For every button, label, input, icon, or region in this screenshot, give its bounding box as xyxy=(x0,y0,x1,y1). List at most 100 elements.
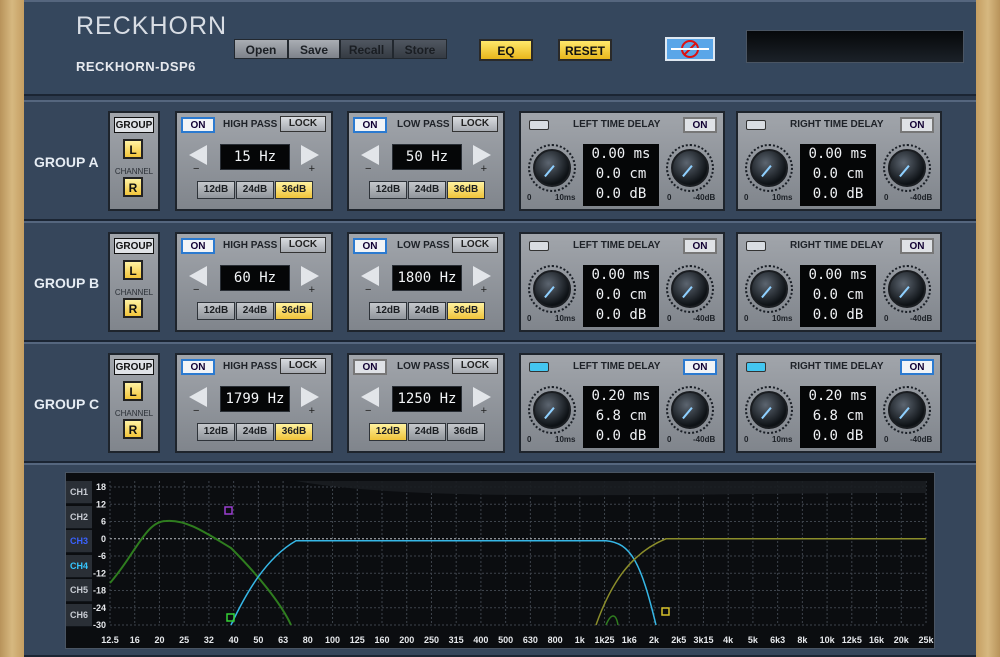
high-pass-increase-arrow-icon[interactable] xyxy=(301,266,319,286)
channel-tab-ch6[interactable]: CH6 xyxy=(66,603,92,627)
low-pass-on-button[interactable]: ON xyxy=(353,359,387,375)
channel-tab-ch4[interactable]: CH4 xyxy=(66,554,92,578)
channel-left-button[interactable]: L xyxy=(123,139,143,159)
low-pass-lock-button[interactable]: LOCK xyxy=(452,237,498,253)
right-delay-gain-knob[interactable] xyxy=(883,265,931,313)
left-delay-on-button[interactable]: ON xyxy=(683,238,717,254)
right-delay-time-knob[interactable] xyxy=(745,265,793,313)
channel-tab-ch3[interactable]: CH3 xyxy=(66,530,92,553)
left-delay-on-button[interactable]: ON xyxy=(683,359,717,375)
y-tick-label: 18 xyxy=(96,482,106,492)
low-pass-panel: ON LOW PASS LOCK − 1800 Hz + 12dB 24dB 3… xyxy=(347,232,505,332)
right-delay-on-button[interactable]: ON xyxy=(900,238,934,254)
high-pass-slope-24db[interactable]: 24dB xyxy=(236,423,274,441)
low-pass-decrease-arrow-icon[interactable] xyxy=(361,145,379,165)
low-pass-decrease-arrow-icon[interactable] xyxy=(361,266,379,286)
channel-right-button[interactable]: R xyxy=(123,419,143,439)
group-button[interactable]: GROUP xyxy=(114,238,154,254)
low-pass-lock-button[interactable]: LOCK xyxy=(452,116,498,132)
left-delay-time-knob[interactable] xyxy=(528,265,576,313)
x-tick-label: 2k5 xyxy=(671,635,686,645)
delay-max-label: 10ms xyxy=(772,314,793,323)
high-pass-lock-button[interactable]: LOCK xyxy=(280,237,326,253)
low-pass-slope-24db[interactable]: 24dB xyxy=(408,423,446,441)
channel-right-button[interactable]: R xyxy=(123,177,143,197)
store-button[interactable]: Store xyxy=(393,39,447,59)
low-pass-slope-36db[interactable]: 36dB xyxy=(447,181,485,199)
group-button[interactable]: GROUP xyxy=(114,117,154,133)
high-pass-on-button[interactable]: ON xyxy=(181,359,215,375)
high-pass-lock-button[interactable]: LOCK xyxy=(280,116,326,132)
high-pass-on-button[interactable]: ON xyxy=(181,238,215,254)
low-pass-on-button[interactable]: ON xyxy=(353,117,387,133)
low-pass-lock-button[interactable]: LOCK xyxy=(452,358,498,374)
channel-left-button[interactable]: L xyxy=(123,260,143,280)
low-pass-increase-arrow-icon[interactable] xyxy=(473,387,491,407)
channel-tab-ch5[interactable]: CH5 xyxy=(66,579,92,602)
low-pass-slope-36db[interactable]: 36dB xyxy=(447,423,485,441)
low-pass-slope-12db[interactable]: 12dB xyxy=(369,302,407,320)
high-pass-on-button[interactable]: ON xyxy=(181,117,215,133)
open-button[interactable]: Open xyxy=(234,39,288,59)
left-delay-time-knob[interactable] xyxy=(528,144,576,192)
left-delay-gain-knob[interactable] xyxy=(666,265,714,313)
group-label: GROUP B xyxy=(34,275,100,291)
high-pass-slope-24db[interactable]: 24dB xyxy=(236,181,274,199)
x-tick-label: 1k6 xyxy=(622,635,637,645)
high-pass-lock-button[interactable]: LOCK xyxy=(280,358,326,374)
right-delay-time-knob[interactable] xyxy=(745,386,793,434)
right-time-delay-panel: RIGHT TIME DELAY ON 0 10ms 0.00 ms 0.0 c… xyxy=(736,111,942,211)
group-button[interactable]: GROUP xyxy=(114,359,154,375)
save-button[interactable]: Save xyxy=(288,39,340,59)
high-pass-slope-36db[interactable]: 36dB xyxy=(275,302,313,320)
high-pass-increase-arrow-icon[interactable] xyxy=(301,387,319,407)
low-pass-slope-24db[interactable]: 24dB xyxy=(408,181,446,199)
low-pass-decrease-arrow-icon[interactable] xyxy=(361,387,379,407)
left-delay-db: 0.0 dB xyxy=(595,307,647,323)
eq-button[interactable]: EQ xyxy=(479,39,533,61)
low-pass-slope-12db[interactable]: 12dB xyxy=(369,423,407,441)
high-pass-slope-12db[interactable]: 12dB xyxy=(197,181,235,199)
left-delay-gain-knob[interactable] xyxy=(666,144,714,192)
gain-max-label: -40dB xyxy=(910,193,933,202)
high-pass-decrease-arrow-icon[interactable] xyxy=(189,266,207,286)
minus-label: − xyxy=(193,284,200,296)
high-pass-decrease-arrow-icon[interactable] xyxy=(189,145,207,165)
left-delay-on-button[interactable]: ON xyxy=(683,117,717,133)
high-pass-slope-12db[interactable]: 12dB xyxy=(197,423,235,441)
mute-link-button[interactable] xyxy=(665,37,715,61)
high-pass-increase-arrow-icon[interactable] xyxy=(301,145,319,165)
reset-button[interactable]: RESET xyxy=(558,39,612,61)
frequency-response-graph[interactable]: 12.5 16 20 25 32 40 50 63 80 100 125 160 200 250 315 40… xyxy=(65,472,935,649)
right-delay-gain-knob[interactable] xyxy=(883,386,931,434)
low-pass-on-button[interactable]: ON xyxy=(353,238,387,254)
channel-right-button[interactable]: R xyxy=(123,298,143,318)
right-delay-on-button[interactable]: ON xyxy=(900,117,934,133)
low-pass-increase-arrow-icon[interactable] xyxy=(473,145,491,165)
right-delay-time-knob[interactable] xyxy=(745,144,793,192)
left-delay-time-knob[interactable] xyxy=(528,386,576,434)
low-pass-panel: ON LOW PASS LOCK − 1250 Hz + 12dB 24dB 3… xyxy=(347,353,505,453)
low-pass-increase-arrow-icon[interactable] xyxy=(473,266,491,286)
right-delay-db: 0.0 dB xyxy=(812,307,864,323)
recall-button[interactable]: Recall xyxy=(340,39,393,59)
channel-left-button[interactable]: L xyxy=(123,381,143,401)
x-tick-label: 25 xyxy=(179,635,189,645)
channel-tab-ch2[interactable]: CH2 xyxy=(66,505,92,529)
high-pass-slope-12db[interactable]: 12dB xyxy=(197,302,235,320)
right-delay-gain-knob[interactable] xyxy=(883,144,931,192)
right-delay-on-button[interactable]: ON xyxy=(900,359,934,375)
x-tick-label: 12k5 xyxy=(842,635,862,645)
high-pass-decrease-arrow-icon[interactable] xyxy=(189,387,207,407)
high-pass-slope-36db[interactable]: 36dB xyxy=(275,423,313,441)
low-pass-slope-12db[interactable]: 12dB xyxy=(369,181,407,199)
low-pass-slope-36db[interactable]: 36dB xyxy=(447,302,485,320)
high-pass-slope-36db[interactable]: 36dB xyxy=(275,181,313,199)
channel-tab-ch1[interactable]: CH1 xyxy=(66,481,92,504)
gain-min-label: 0 xyxy=(667,193,672,202)
left-delay-readout: 0.20 ms 6.8 cm 0.0 dB xyxy=(583,386,659,448)
right-time-delay-title: RIGHT TIME DELAY xyxy=(790,119,884,130)
left-delay-gain-knob[interactable] xyxy=(666,386,714,434)
low-pass-slope-24db[interactable]: 24dB xyxy=(408,302,446,320)
high-pass-slope-24db[interactable]: 24dB xyxy=(236,302,274,320)
